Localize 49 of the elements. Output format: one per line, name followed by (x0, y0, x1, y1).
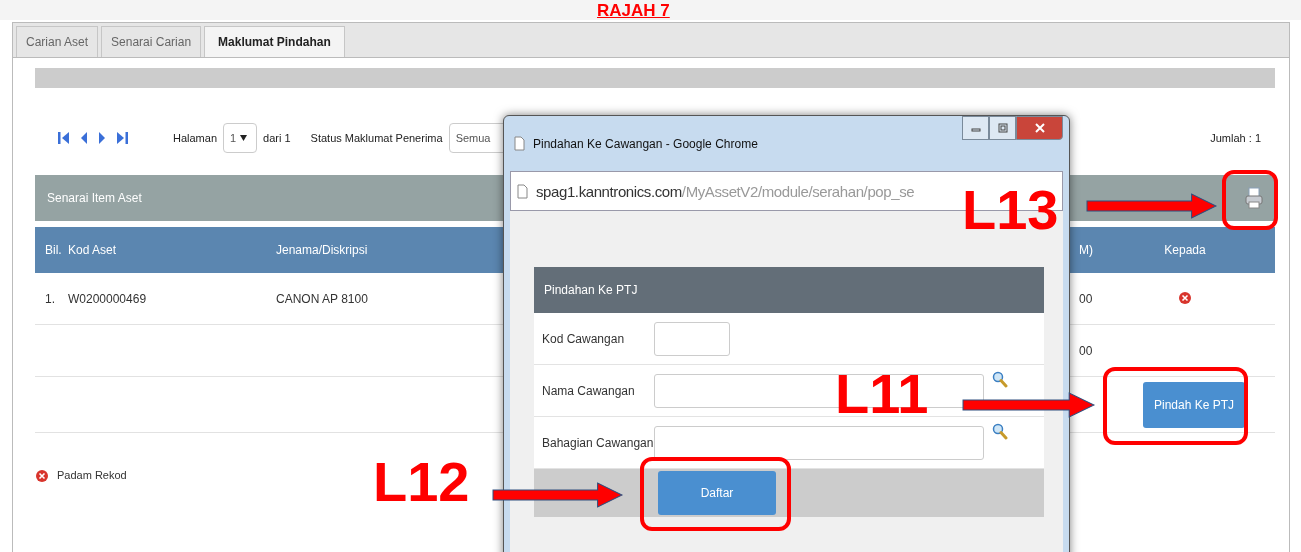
window-title: Pindahan Ke Cawangan - Google Chrome (533, 136, 758, 151)
search-icon[interactable] (992, 423, 1008, 441)
maximize-button[interactable] (989, 116, 1016, 140)
close-icon (1033, 123, 1046, 133)
next-page-icon[interactable] (97, 130, 107, 146)
field-label: Bahagian Cawangan (542, 435, 654, 450)
caret-icon (240, 135, 248, 141)
page-label: Halaman (173, 132, 218, 144)
minimize-button[interactable] (962, 116, 989, 140)
page-title: RAJAH 7 (597, 2, 670, 20)
table-cell: W0200000469 (68, 291, 147, 306)
page-icon (514, 136, 525, 151)
maximize-icon (997, 123, 1008, 133)
table-cell: CANON AP 8100 (276, 291, 368, 306)
column-header: M) (1078, 243, 1094, 257)
status-label: Status Maklumat Penerima (310, 132, 443, 144)
tab[interactable]: Carian Aset (16, 26, 99, 57)
total-count: Jumlah : 1 (1210, 132, 1262, 144)
page-icon (517, 183, 528, 199)
delete-icon[interactable] (1178, 289, 1192, 305)
column-header: Bil. (44, 243, 63, 257)
tab[interactable]: Maklumat Pindahan (204, 26, 345, 57)
page-count: dari 1 (263, 132, 291, 144)
print-icon[interactable] (1245, 187, 1263, 209)
form-title: Pindahan Ke PTJ (544, 283, 638, 297)
table-cell: 00 (1079, 291, 1093, 306)
last-page-icon[interactable] (115, 130, 129, 146)
search-icon[interactable] (992, 371, 1008, 389)
input-field[interactable] (654, 425, 984, 460)
previous-page-icon[interactable] (79, 130, 89, 146)
page-select[interactable]: 1 (223, 123, 258, 153)
input-field[interactable] (654, 321, 730, 356)
column-header: Jenama/Diskripsi (276, 243, 369, 257)
column-header: Kepada (1163, 243, 1207, 257)
column-header: Kod Aset (68, 243, 118, 257)
field-label: Nama Cawangan (542, 383, 636, 398)
tab[interactable]: Senarai Carian (101, 26, 202, 57)
url-text: spag1.kanntronics.com/MyAssetV2/module/serahan/pop_se (536, 182, 915, 200)
section-title: Senarai Item Aset (47, 191, 142, 205)
table-cell: 00 (1079, 343, 1093, 358)
annotation-label: L11 (835, 364, 929, 424)
delete-icon (35, 467, 49, 483)
annotation-label: L12 (373, 452, 470, 512)
table-cell: 1. (45, 291, 55, 306)
legend-label: Padam Rekod (57, 469, 127, 481)
highlight-frame (1222, 170, 1278, 230)
field-label: Kod Cawangan (542, 331, 626, 346)
close-button[interactable] (1016, 116, 1063, 140)
first-page-icon[interactable] (57, 130, 71, 146)
